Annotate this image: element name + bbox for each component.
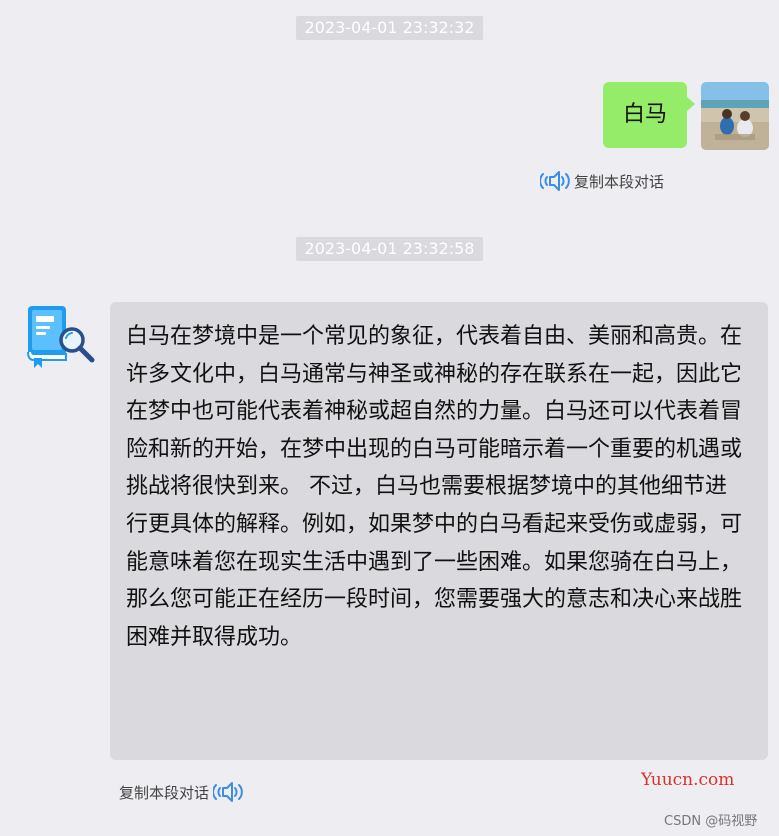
- speaker-icon[interactable]: [212, 779, 243, 805]
- message-timestamp: 2023-04-01 23:32:58: [295, 237, 484, 261]
- csdn-watermark: CSDN @码视野: [664, 814, 758, 829]
- copy-dialog-label[interactable]: 复制本段对话: [574, 171, 664, 192]
- copy-dialog-row[interactable]: 复制本段对话: [539, 168, 664, 194]
- book-search-icon: [27, 306, 95, 368]
- copy-dialog-row[interactable]: 复制本段对话: [119, 779, 243, 805]
- message-timestamp: 2023-04-01 23:32:32: [295, 16, 484, 40]
- bot-message-bubble: 白马在梦境中是一个常见的象征，代表着自由、美丽和高贵。在许多文化中，白马通常与神…: [110, 302, 768, 760]
- user-photo-avatar: [701, 82, 769, 150]
- user-message-bubble: 白马: [602, 82, 696, 148]
- site-watermark: Yuucn.com: [641, 770, 735, 790]
- copy-dialog-label[interactable]: 复制本段对话: [119, 782, 209, 803]
- bot-avatar: [24, 304, 96, 372]
- speaker-icon[interactable]: [539, 168, 570, 194]
- chat-page: 2023-04-01 23:32:32 白马 复制本段对话 2023-04-01…: [0, 0, 779, 836]
- user-avatar[interactable]: [701, 82, 769, 150]
